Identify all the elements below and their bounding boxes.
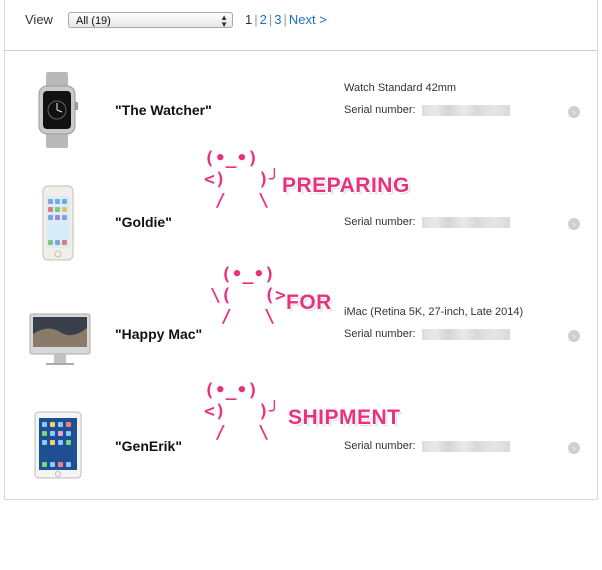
serial-number: Serial number: [344, 104, 510, 116]
serial-label: Serial number: [344, 328, 416, 340]
view-filter-value: All (19) [76, 15, 111, 27]
chevron-right-icon[interactable]: › [568, 106, 580, 118]
device-name: "The Watcher" [115, 102, 212, 118]
overlay-word-preparing: PREPARING [282, 174, 410, 197]
select-arrows-icon: ▲ ▼ [220, 13, 228, 29]
device-name: "Happy Mac" [115, 326, 203, 342]
apple-watch-icon [38, 72, 78, 148]
device-model: iMac (Retina 5K, 27-inch, Late 2014) [344, 306, 524, 318]
serial-label: Serial number: [344, 104, 416, 116]
page-separator: | [283, 12, 287, 27]
chevron-right-icon[interactable]: › [568, 218, 580, 230]
device-name: "GenErik" [115, 438, 182, 454]
serial-number: Serial number: [344, 328, 510, 340]
serial-number: Serial number: [344, 440, 510, 452]
page-link-3[interactable]: 3 [274, 12, 281, 27]
kaomoji-dancer-1: (•_•) <) )╯ / \ [204, 148, 280, 211]
device-row[interactable]: "The Watcher" Watch Standard 42mm Serial… [5, 58, 597, 170]
kaomoji-dancer-2: (•_•) \( (> / \ [210, 264, 286, 327]
toolbar: View All (19) ▲ ▼ 1 | 2 | 3 | Next > [5, 0, 597, 51]
iphone-icon [42, 185, 74, 261]
kaomoji-dancer-3: (•_•) <) )╯ / \ [204, 380, 280, 443]
pagination: 1 | 2 | 3 | Next > [245, 12, 327, 27]
redacted-serial [421, 104, 510, 116]
page-separator: | [254, 12, 258, 27]
overlay-word-shipment: SHIPMENT [288, 406, 401, 429]
ipad-icon [34, 411, 82, 479]
next-page-link[interactable]: Next > [289, 12, 327, 27]
redacted-serial [421, 216, 510, 228]
imac-icon [29, 313, 91, 365]
page-link-2[interactable]: 2 [260, 12, 267, 27]
device-name: "Goldie" [115, 214, 172, 230]
chevron-right-icon[interactable]: › [568, 442, 580, 454]
serial-number: Serial number: [344, 216, 510, 228]
serial-label: Serial number: [344, 216, 416, 228]
overlay-word-for: FOR [286, 291, 332, 314]
view-filter-select[interactable]: All (19) ▲ ▼ [68, 12, 233, 29]
redacted-serial [421, 440, 510, 452]
device-model: Watch Standard 42mm [344, 82, 457, 94]
view-label: View [25, 12, 53, 27]
serial-label: Serial number: [344, 440, 416, 452]
page-separator: | [268, 12, 273, 27]
page-current: 1 [245, 12, 253, 27]
redacted-serial [421, 328, 510, 340]
chevron-right-icon[interactable]: › [568, 330, 580, 342]
